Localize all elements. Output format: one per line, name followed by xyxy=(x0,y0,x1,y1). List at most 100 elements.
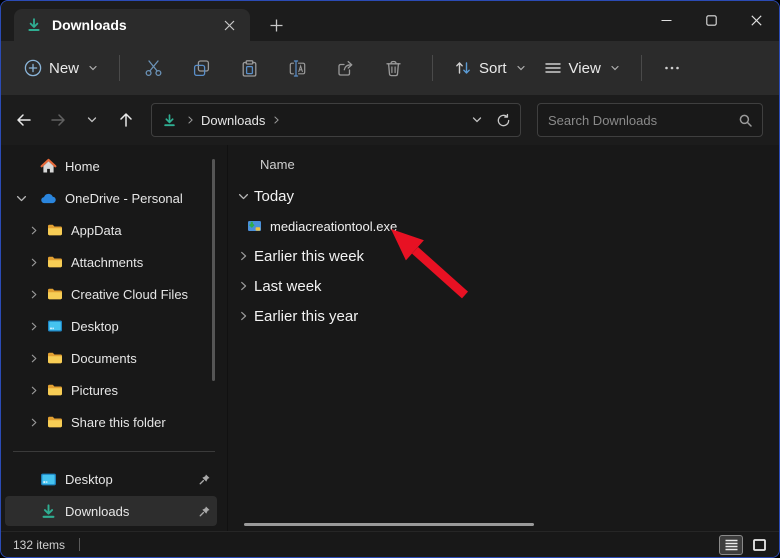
status-bar: 132 items xyxy=(1,531,779,557)
sort-button[interactable]: Sort xyxy=(445,52,535,84)
details-view-button[interactable] xyxy=(719,535,743,555)
group-header-last-week[interactable]: Last week xyxy=(228,271,779,301)
sidebar-scrollbar[interactable] xyxy=(212,159,215,381)
group-label: Last week xyxy=(254,278,322,295)
close-window-button[interactable] xyxy=(734,1,779,39)
sidebar-item-label: Documents xyxy=(71,351,217,366)
recent-locations-button[interactable] xyxy=(77,105,107,135)
group-header-today[interactable]: Today xyxy=(228,181,779,211)
cut-button[interactable] xyxy=(132,50,174,86)
sidebar-item-pictures[interactable]: Pictures xyxy=(5,375,217,405)
search-box xyxy=(537,103,763,137)
sidebar-item-desktop[interactable]: Desktop xyxy=(5,311,217,341)
new-button[interactable]: New xyxy=(15,52,107,84)
column-header-name[interactable]: Name xyxy=(228,153,779,175)
explorer-body: Home OneDrive - Personal AppData Attachm… xyxy=(1,145,779,531)
large-icons-view-button[interactable] xyxy=(747,535,771,555)
tab-close-button[interactable] xyxy=(218,14,240,36)
sidebar-item-label: Downloads xyxy=(65,504,197,519)
chevron-right-icon xyxy=(28,257,39,268)
chevron-down-icon xyxy=(610,63,620,73)
sidebar-item-label: Creative Cloud Files xyxy=(71,287,217,302)
sidebar-item-share-this-folder[interactable]: Share this folder xyxy=(5,407,217,437)
search-input[interactable] xyxy=(548,113,738,128)
delete-icon xyxy=(384,59,403,78)
status-divider xyxy=(79,538,80,551)
group-label: Earlier this week xyxy=(254,248,364,265)
expand-chevron[interactable] xyxy=(13,192,29,205)
up-arrow-icon xyxy=(118,112,134,128)
expand-chevron[interactable] xyxy=(27,225,39,236)
view-button[interactable]: View xyxy=(535,52,629,84)
new-tab-button[interactable] xyxy=(262,9,290,41)
sidebar-item-label: Pictures xyxy=(71,383,217,398)
close-icon xyxy=(224,20,235,31)
refresh-button[interactable] xyxy=(490,106,516,134)
more-options-button[interactable] xyxy=(654,50,690,86)
folder-icon xyxy=(47,222,63,238)
file-row-mediacreationtool[interactable]: mediacreationtool.exe xyxy=(228,211,779,241)
details-view-icon xyxy=(725,539,738,551)
sidebar-item-attachments[interactable]: Attachments xyxy=(5,247,217,277)
sidebar-item-downloads-pinned[interactable]: Downloads xyxy=(5,496,217,526)
view-button-label: View xyxy=(569,60,601,77)
minimize-button[interactable] xyxy=(644,1,689,39)
sidebar-item-desktop-pinned[interactable]: Desktop xyxy=(5,464,217,494)
breadcrumb-chevron-icon xyxy=(185,115,195,125)
sidebar-item-appdata[interactable]: AppData xyxy=(5,215,217,245)
up-button[interactable] xyxy=(111,105,141,135)
view-icon xyxy=(544,59,562,77)
address-dropdown-button[interactable] xyxy=(464,106,490,134)
expand-chevron[interactable] xyxy=(27,385,39,396)
folder-icon xyxy=(47,382,63,398)
group-list: Today mediacreationtool.exe Earlier this… xyxy=(228,181,779,331)
ellipsis-icon xyxy=(664,60,680,76)
chevron-down-icon xyxy=(471,114,483,126)
breadcrumb-segment[interactable]: Downloads xyxy=(201,113,265,128)
group-header-earlier-this-year[interactable]: Earlier this year xyxy=(228,301,779,331)
onedrive-cloud-icon xyxy=(40,190,57,207)
forward-button[interactable] xyxy=(43,105,73,135)
chevron-down-icon xyxy=(88,63,98,73)
share-button[interactable] xyxy=(324,50,366,86)
desktop-icon xyxy=(40,471,57,488)
window-controls xyxy=(644,1,779,39)
expand-chevron[interactable] xyxy=(27,417,39,428)
sidebar-item-creative-cloud-files[interactable]: Creative Cloud Files xyxy=(5,279,217,309)
toolbar-divider xyxy=(432,55,433,81)
breadcrumb-chevron-icon xyxy=(271,115,281,125)
delete-button[interactable] xyxy=(372,50,414,86)
expand-chevron[interactable] xyxy=(27,289,39,300)
group-header-earlier-this-week[interactable]: Earlier this week xyxy=(228,241,779,271)
folder-icon xyxy=(47,254,63,270)
maximize-button[interactable] xyxy=(689,1,734,39)
expand-chevron[interactable] xyxy=(27,257,39,268)
sidebar-item-label: Share this folder xyxy=(71,415,217,430)
file-list-pane: Name Today mediacreationtool.exe Earlier… xyxy=(228,145,779,531)
horizontal-scrollbar[interactable] xyxy=(244,523,534,526)
downloads-icon xyxy=(40,503,57,520)
plus-icon xyxy=(270,19,283,32)
back-button[interactable] xyxy=(9,105,39,135)
sidebar-item-home[interactable]: Home xyxy=(5,151,217,181)
toolbar-divider xyxy=(641,55,642,81)
sidebar-item-label: OneDrive - Personal xyxy=(65,191,217,206)
address-bar[interactable]: Downloads xyxy=(151,103,521,137)
file-explorer-window: Downloads New xyxy=(0,0,780,558)
sidebar-item-onedrive[interactable]: OneDrive - Personal xyxy=(5,183,217,213)
tab-strip: Downloads xyxy=(1,1,779,41)
chevron-down-icon xyxy=(516,63,526,73)
paste-button[interactable] xyxy=(228,50,270,86)
close-icon xyxy=(751,15,762,26)
sort-button-label: Sort xyxy=(479,60,507,77)
pin-icon xyxy=(198,505,211,518)
expand-chevron[interactable] xyxy=(27,321,39,332)
sidebar-item-documents[interactable]: Documents xyxy=(5,343,217,373)
rename-button[interactable] xyxy=(276,50,318,86)
pin-icon xyxy=(198,473,211,486)
folder-icon xyxy=(47,414,63,430)
maximize-icon xyxy=(706,15,717,26)
copy-button[interactable] xyxy=(180,50,222,86)
tab-downloads[interactable]: Downloads xyxy=(14,9,250,41)
expand-chevron[interactable] xyxy=(27,353,39,364)
